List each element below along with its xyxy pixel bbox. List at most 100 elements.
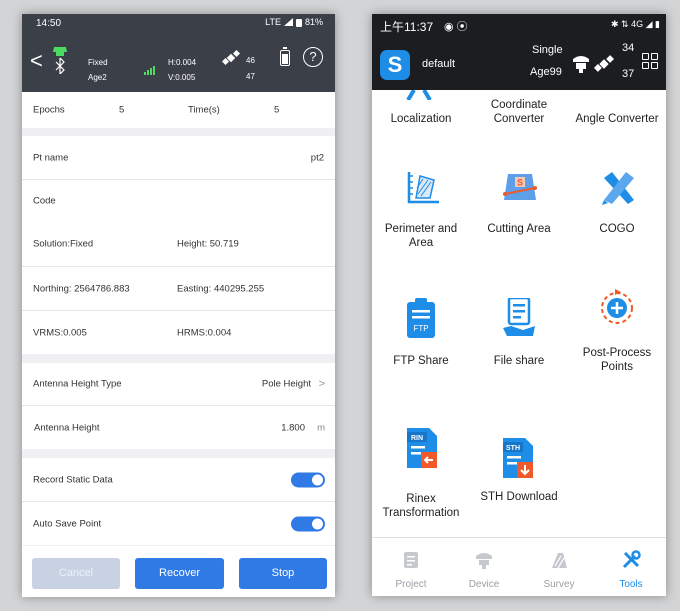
- tool-rinex-transformation[interactable]: RIN Rinex Transformation: [372, 426, 470, 526]
- tab-survey[interactable]: Survey: [529, 538, 589, 596]
- tool-file-share[interactable]: File share: [470, 294, 568, 394]
- antenna-height-label: Antenna Height: [34, 422, 100, 433]
- tab-tools[interactable]: Tools: [601, 538, 661, 596]
- age-status: Age2: [88, 73, 107, 82]
- recover-button[interactable]: Recover: [135, 558, 224, 589]
- auto-save-toggle[interactable]: [291, 516, 325, 531]
- project-icon: [404, 552, 418, 568]
- point-name-field[interactable]: Pt name pt2: [22, 136, 335, 179]
- point-name-value[interactable]: pt2: [311, 152, 324, 163]
- receiver-icon[interactable]: [570, 54, 592, 74]
- auto-save-label: Auto Save Point: [33, 518, 102, 529]
- back-button[interactable]: <: [30, 48, 43, 74]
- height-text: Height: 50.719: [177, 238, 239, 250]
- tool-label: File share: [493, 355, 545, 367]
- status-time: 上午11:37: [380, 20, 434, 34]
- status-bar: 14:50 LTE 81%: [22, 14, 335, 32]
- easting-text: Easting: 440295.255: [177, 283, 265, 294]
- cancel-button[interactable]: Cancel: [32, 558, 120, 589]
- tool-label: Coordinate Converter: [490, 99, 548, 126]
- tab-label: Device: [468, 579, 500, 590]
- receiver-battery-icon: [280, 47, 290, 66]
- record-static-toggle[interactable]: [291, 472, 325, 487]
- ftp-share-icon: FTP: [407, 298, 435, 338]
- tool-label: STH Download: [480, 491, 558, 503]
- project-name[interactable]: default: [422, 58, 455, 70]
- cutting-area-icon-text: S: [517, 178, 523, 188]
- code-label: Code: [33, 195, 56, 207]
- code-field[interactable]: Code: [22, 180, 335, 222]
- network-label: 4G: [631, 19, 644, 29]
- tab-label: Project: [395, 579, 427, 590]
- satellites-used: 34: [622, 42, 635, 54]
- satellites-total: 37: [622, 68, 635, 80]
- solution-status: Fixed: [88, 58, 108, 67]
- record-static-row: Record Static Data: [22, 458, 335, 501]
- tool-label: Rinex Transformation: [382, 493, 460, 520]
- time-value: 5: [274, 104, 280, 116]
- grid-menu-icon[interactable]: [642, 53, 658, 69]
- bottom-tab-bar: Project Device Survey Tools: [372, 537, 666, 596]
- stop-button[interactable]: Stop: [239, 558, 327, 589]
- coordinates-row: Northing: 2564786.883 Easting: 440295.25…: [22, 267, 335, 310]
- tool-ftp-share[interactable]: FTP FTP Share: [372, 294, 470, 394]
- hrms-text: HRMS:0.004: [177, 327, 232, 338]
- auto-save-row: Auto Save Point: [22, 502, 335, 545]
- satellite-icon[interactable]: [222, 49, 240, 67]
- solution-text: Solution:Fixed: [33, 238, 94, 250]
- tools-screen: 上午11:37 ◉ ⦿ ✱ ⇅ 4G ◢ ▮ S default Single …: [372, 14, 666, 596]
- antenna-height-unit: m: [317, 422, 325, 433]
- tool-sth-download[interactable]: STH STH Download: [470, 438, 568, 528]
- signal-strength-icon: [144, 66, 155, 75]
- localization-icon: [406, 90, 432, 100]
- tool-cutting-area[interactable]: S Cutting Area: [470, 164, 568, 254]
- antenna-height-value[interactable]: 1.800: [281, 422, 305, 433]
- v-precision: V:0.005: [168, 73, 196, 82]
- battery-small-icon: [295, 18, 302, 27]
- tool-cogo[interactable]: COGO: [568, 164, 666, 254]
- antenna-height-type-row[interactable]: Antenna Height Type Pole Height >: [22, 363, 335, 405]
- age-status: Age99: [530, 66, 562, 78]
- tool-post-process[interactable]: Post-Process Points: [568, 288, 666, 394]
- tab-project[interactable]: Project: [381, 538, 441, 596]
- device-icon: [476, 553, 492, 569]
- tab-label: Survey: [543, 579, 575, 590]
- survey-icon: [552, 553, 567, 569]
- rover-bluetooth-icon[interactable]: [50, 44, 70, 74]
- app-logo-icon[interactable]: S: [380, 50, 410, 80]
- tool-perimeter-area[interactable]: Perimeter and Area: [372, 164, 470, 254]
- signal-icon: [283, 18, 293, 26]
- time-label: Time(s): [188, 104, 220, 116]
- vrms-text: VRMS:0.005: [33, 327, 87, 338]
- chevron-right-icon: >: [318, 378, 325, 390]
- epochs-value: 5: [119, 104, 125, 116]
- rinex-icon: RIN: [407, 428, 437, 468]
- solution-row: Solution:Fixed Height: 50.719: [22, 222, 335, 266]
- antenna-type-value: Pole Height: [261, 378, 311, 390]
- antenna-type-label: Antenna Height Type: [33, 378, 122, 390]
- tool-coordinate-converter[interactable]: Coordinate Converter: [470, 90, 568, 150]
- tab-device[interactable]: Device: [454, 538, 514, 596]
- record-static-label: Record Static Data: [33, 474, 113, 485]
- antenna-height-row[interactable]: Antenna Height 1.800 m: [22, 406, 335, 449]
- help-button[interactable]: ?: [303, 47, 323, 67]
- point-name-label: Pt name: [33, 152, 69, 163]
- satellite-icon[interactable]: [594, 54, 614, 74]
- status-bar: 上午11:37 ◉ ⦿ ✱ ⇅ 4G ◢ ▮: [372, 14, 666, 36]
- status-icons: ✱ ⇅ 4G ◢ ▮: [611, 19, 660, 29]
- battery-percent: 81%: [304, 17, 323, 27]
- tool-label: FTP Share: [393, 355, 449, 367]
- satellites-used: 46: [246, 56, 255, 65]
- satellites-total: 47: [246, 72, 255, 81]
- tool-angle-converter[interactable]: Angle Converter: [568, 90, 666, 150]
- tools-icon: [622, 550, 641, 569]
- solution-mode: Single: [532, 44, 563, 56]
- tool-localization[interactable]: Localization: [372, 90, 470, 150]
- network-label: LTE: [265, 17, 281, 27]
- northing-text: Northing: 2564786.883: [33, 283, 130, 294]
- ftp-share-icon-text: FTP: [413, 324, 428, 333]
- survey-point-screen: 14:50 LTE 81% < Fixed Age2 H:0.004 V:0.0…: [22, 14, 335, 597]
- rinex-icon-text: RIN: [411, 435, 423, 442]
- file-share-icon: [503, 298, 535, 336]
- epochs-label: Epochs: [33, 104, 65, 116]
